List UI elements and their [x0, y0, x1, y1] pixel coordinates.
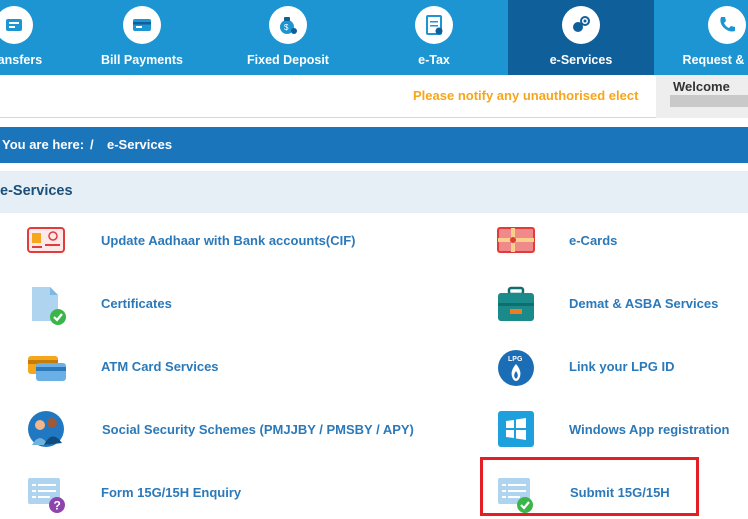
nav-request-enquiry[interactable]: Request & Enq — [654, 0, 748, 75]
nav-e-tax[interactable]: e-Tax — [358, 0, 510, 75]
svg-text:LPG: LPG — [508, 356, 523, 363]
form-question-icon: ? — [26, 472, 66, 513]
service-label: Windows App registration — [569, 422, 730, 437]
welcome-label: Welcome — [673, 79, 730, 94]
phone-icon — [708, 6, 746, 44]
breadcrumb-current[interactable]: e-Services — [107, 137, 172, 152]
service-label: Demat & ASBA Services — [569, 296, 719, 311]
nav-label: Request & Enq — [682, 53, 748, 67]
aadhaar-card-icon — [26, 220, 66, 260]
service-demat-asba[interactable]: Demat & ASBA Services — [496, 283, 736, 323]
windows-logo-icon — [496, 409, 536, 449]
nav-bill-payments[interactable]: Bill Payments — [66, 0, 218, 75]
service-certificates[interactable]: Certificates — [26, 283, 366, 325]
briefcase-icon — [496, 283, 536, 323]
breadcrumb-prefix: You are here: — [2, 137, 85, 152]
section-header: e-Services — [0, 171, 748, 213]
transfer-icon — [0, 6, 33, 44]
service-link-lpg[interactable]: LPG Link your LPG ID — [496, 346, 736, 386]
service-label: Certificates — [101, 296, 172, 311]
nav-label: Bill Payments — [101, 53, 183, 67]
service-label: e-Cards — [569, 233, 618, 248]
security-notice: Please notify any unauthorised elect — [413, 88, 639, 103]
service-label: Link your LPG ID — [569, 359, 675, 374]
svg-text:?: ? — [54, 499, 61, 513]
welcome-panel: Welcome — [656, 75, 748, 118]
service-social-security[interactable]: Social Security Schemes (PMJJBY / PMSBY … — [26, 409, 446, 449]
svg-text:$: $ — [284, 23, 289, 32]
bill-icon — [123, 6, 161, 44]
breadcrumb: You are here: / e-Services — [0, 127, 748, 163]
nav-fixed-deposit[interactable]: $ Fixed Deposit — [212, 0, 364, 75]
top-navigation: Transfers Bill Payments $ Fixed Deposit … — [0, 0, 748, 75]
service-label: Form 15G/15H Enquiry — [101, 485, 242, 500]
atm-cards-icon — [26, 346, 66, 386]
nav-e-services[interactable]: e-Services — [508, 0, 654, 75]
service-atm-card[interactable]: ATM Card Services — [26, 346, 366, 386]
service-windows-app[interactable]: Windows App registration — [496, 409, 746, 449]
service-form-15g-enquiry[interactable]: ? Form 15G/15H Enquiry — [26, 472, 366, 513]
tax-document-icon — [415, 6, 453, 44]
services-icon — [562, 6, 600, 44]
service-update-aadhaar[interactable]: Update Aadhaar with Bank accounts(CIF) — [26, 220, 366, 260]
nav-label: Fixed Deposit — [247, 53, 329, 67]
notice-row: Please notify any unauthorised elect Wel… — [0, 75, 748, 118]
service-label: Update Aadhaar with Bank accounts(CIF) — [101, 233, 356, 248]
certificate-document-icon — [26, 283, 66, 325]
gift-card-icon — [496, 220, 536, 260]
user-name-placeholder — [670, 95, 748, 107]
family-shield-icon — [26, 409, 66, 449]
highlight-box — [480, 457, 699, 516]
breadcrumb-separator: / — [90, 137, 94, 152]
money-bag-icon: $ — [269, 6, 307, 44]
service-e-cards[interactable]: e-Cards — [496, 220, 736, 260]
lpg-flame-icon: LPG — [496, 346, 536, 386]
service-label: Social Security Schemes (PMJJBY / PMSBY … — [102, 422, 414, 437]
nav-label: e-Services — [549, 53, 613, 67]
section-title: e-Services — [0, 183, 73, 199]
nav-label: e-Tax — [418, 53, 450, 67]
service-label: ATM Card Services — [101, 359, 219, 374]
